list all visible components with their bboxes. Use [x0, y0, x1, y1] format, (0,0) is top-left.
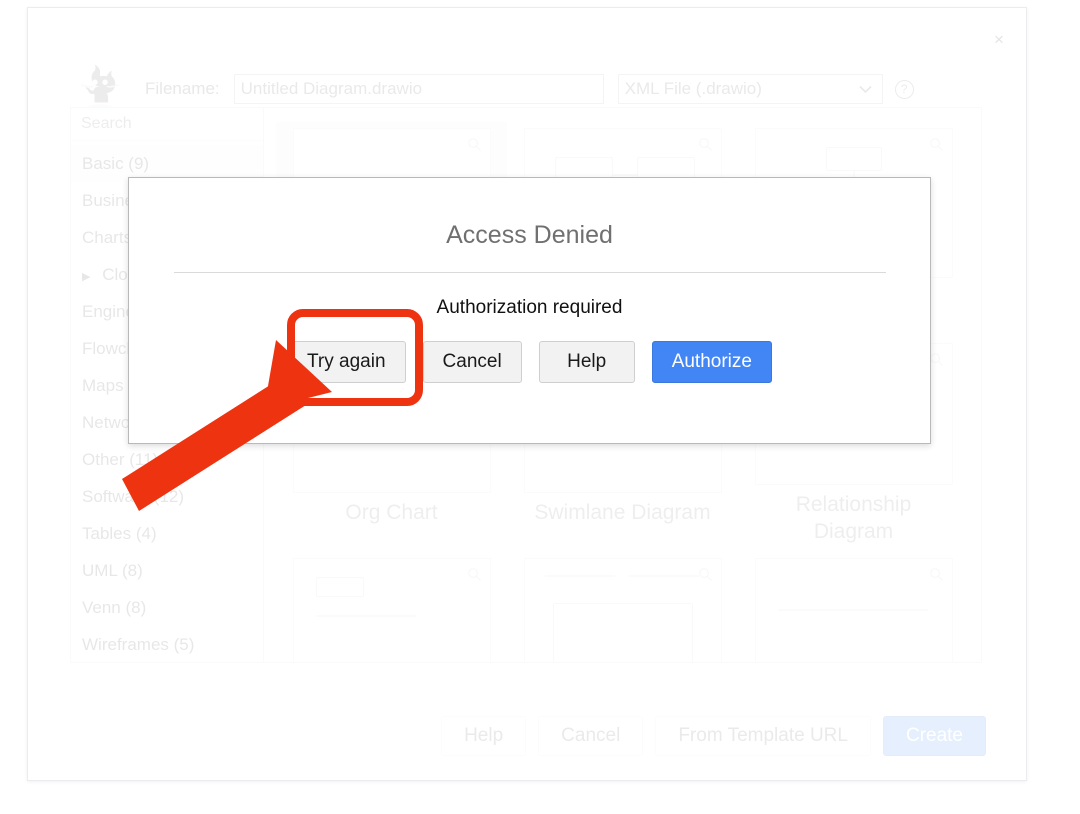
filename-label: Filename: [145, 79, 220, 98]
magnifier-icon[interactable] [698, 137, 713, 152]
try-again-button[interactable]: Try again [287, 341, 406, 383]
filetype-selected-value: XML File (.drawio) [624, 79, 762, 98]
filetype-select[interactable]: XML File (.drawio) [617, 74, 883, 104]
template-thumbnail [754, 558, 953, 662]
sidebar-item-software[interactable]: Software (12) [71, 478, 263, 515]
sidebar-item-uml[interactable]: UML (8) [71, 552, 263, 589]
template-thumbnail [292, 558, 491, 662]
from-template-url-button[interactable]: From Template URL [655, 716, 871, 756]
footer-button-bar: Help Cancel From Template URL Create [70, 716, 986, 756]
magnifier-icon[interactable] [698, 567, 713, 582]
search-row [71, 108, 263, 141]
screen: × Filename: XML File (.drawio) [0, 0, 1080, 814]
search-input[interactable] [81, 115, 263, 133]
sidebar-item-label: Tables (4) [82, 524, 157, 543]
sidebar-item-label: UML (8) [82, 561, 143, 580]
sidebar-item-label: Wireframes (5) [82, 635, 195, 654]
sidebar-item-venn[interactable]: Venn (8) [71, 589, 263, 626]
help-button[interactable]: Help [538, 341, 635, 383]
filename-input[interactable] [233, 74, 604, 104]
template-card[interactable]: Simple [507, 552, 738, 662]
magnifier-icon[interactable] [467, 137, 482, 152]
template-card[interactable]: Cross-Functional [738, 552, 969, 662]
dialog-divider [173, 272, 886, 273]
sidebar-item-label: Venn (8) [82, 598, 147, 617]
sidebar-item-wireframes[interactable]: Wireframes (5) [71, 626, 263, 662]
template-label: Swimlane Diagram [534, 501, 711, 524]
template-label: Relationship Diagram [795, 493, 912, 544]
dialog-title: Access Denied [446, 221, 613, 249]
cancel-button[interactable]: Cancel [538, 716, 644, 756]
template-label: Org Chart [345, 501, 438, 524]
dialog-message: Authorization required [436, 297, 623, 318]
sidebar-item-tables[interactable]: Tables (4) [71, 515, 263, 552]
help-icon[interactable]: ? [894, 79, 914, 99]
authorize-button[interactable]: Authorize [651, 341, 772, 383]
sidebar-item-label: Basic (9) [82, 154, 150, 173]
expand-triangle-icon[interactable]: ▶ [82, 259, 90, 296]
template-thumbnail [523, 558, 722, 662]
cancel-button[interactable]: Cancel [422, 341, 522, 383]
magnifier-icon[interactable] [929, 137, 944, 152]
chevron-down-icon [859, 82, 872, 97]
sidebar-item-label: Other (11) [82, 450, 159, 469]
magnifier-icon[interactable] [929, 567, 944, 582]
sidebar-item-other[interactable]: Other (11) [71, 441, 263, 478]
close-icon[interactable]: × [988, 29, 1010, 51]
help-button[interactable]: Help [441, 716, 527, 756]
magnifier-icon[interactable] [467, 567, 482, 582]
dialog-button-row: Try again Cancel Help Authorize [129, 341, 930, 383]
create-button[interactable]: Create [882, 716, 986, 756]
sidebar-item-label: Software (12) [82, 487, 185, 506]
access-denied-dialog: Access Denied Authorization required Try… [128, 177, 931, 444]
template-card[interactable]: Sequence Diagram [276, 552, 507, 662]
